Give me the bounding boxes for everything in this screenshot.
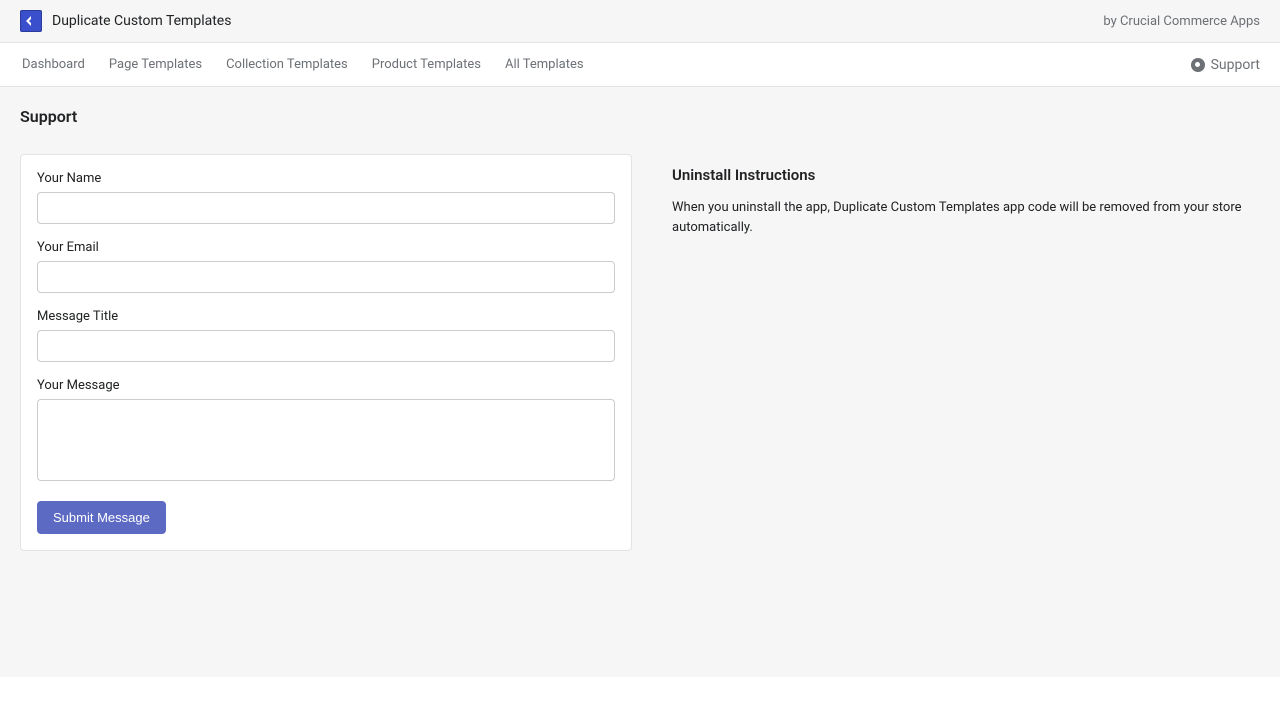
info-section: Uninstall Instructions When you uninstal… [672, 154, 1260, 551]
message-label: Your Message [37, 378, 615, 393]
top-bar-left: Duplicate Custom Templates [20, 10, 231, 32]
main-area: Support Your Name Your Email Message Tit… [0, 87, 1280, 677]
nav-page-templates[interactable]: Page Templates [97, 43, 214, 86]
nav-collection-templates[interactable]: Collection Templates [214, 43, 360, 86]
nav-support-link[interactable]: Support [1191, 57, 1270, 73]
nav-bar: Dashboard Page Templates Collection Temp… [0, 43, 1280, 87]
form-group-email: Your Email [37, 240, 615, 293]
content-row: Your Name Your Email Message Title Your … [20, 154, 1260, 551]
top-bar: Duplicate Custom Templates by Crucial Co… [0, 0, 1280, 43]
page-title: Support [20, 107, 1260, 126]
form-group-name: Your Name [37, 171, 615, 224]
form-group-message: Your Message [37, 378, 615, 485]
name-label: Your Name [37, 171, 615, 186]
email-input[interactable] [37, 261, 615, 293]
submit-button[interactable]: Submit Message [37, 501, 166, 534]
support-form-card: Your Name Your Email Message Title Your … [20, 154, 632, 551]
nav-dashboard[interactable]: Dashboard [10, 43, 97, 86]
nav-support-label: Support [1211, 57, 1260, 73]
byline: by Crucial Commerce Apps [1103, 14, 1260, 29]
name-input[interactable] [37, 192, 615, 224]
uninstall-heading: Uninstall Instructions [672, 166, 1260, 184]
nav-product-templates[interactable]: Product Templates [360, 43, 493, 86]
email-label: Your Email [37, 240, 615, 255]
title-label: Message Title [37, 309, 615, 324]
app-logo-icon [20, 10, 42, 32]
uninstall-text: When you uninstall the app, Duplicate Cu… [672, 198, 1260, 237]
chat-icon [1191, 58, 1205, 72]
title-input[interactable] [37, 330, 615, 362]
message-textarea[interactable] [37, 399, 615, 481]
form-group-title: Message Title [37, 309, 615, 362]
nav-all-templates[interactable]: All Templates [493, 43, 596, 86]
nav-left: Dashboard Page Templates Collection Temp… [10, 43, 596, 86]
app-title: Duplicate Custom Templates [52, 13, 231, 29]
